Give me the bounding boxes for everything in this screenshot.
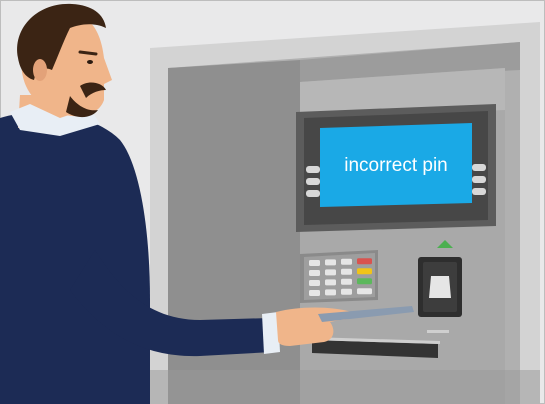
keypad-key[interactable] [341,258,352,265]
keypad-key[interactable] [325,289,336,296]
screen-side-button[interactable] [306,166,320,173]
screen-side-button[interactable] [472,164,486,171]
screen-side-button[interactable] [472,176,486,183]
card-reader-slot [429,276,451,298]
keypad-function-key[interactable] [357,268,372,275]
ear [33,59,47,81]
keypad-key[interactable] [341,278,352,285]
screen-side-button[interactable] [306,190,320,197]
keypad-key[interactable] [309,270,320,276]
atm-base-shadow [150,370,540,404]
jacket [0,112,150,404]
keypad-function-key[interactable] [357,278,372,285]
keypad-key[interactable] [325,279,336,286]
keypad-key[interactable] [309,260,320,266]
screen-side-button[interactable] [306,178,320,185]
keypad-function-key[interactable] [357,258,372,265]
keypad-key[interactable] [341,288,352,295]
keypad-key[interactable] [341,268,352,275]
keypad-key[interactable] [325,259,336,266]
eye [87,60,93,64]
keypad-key[interactable] [309,290,320,296]
card-reader-line [427,330,449,333]
screen-buttons-right[interactable] [472,164,486,195]
eyebrow [78,50,98,56]
screen-side-button[interactable] [472,188,486,195]
screen-message: incorrect pin [344,155,448,176]
keypad-function-key[interactable] [357,288,372,295]
atm-illustration: incorrect pin [0,0,545,404]
keypad-key[interactable] [309,280,320,286]
keypad-key[interactable] [325,269,336,276]
atm-scene-svg: incorrect pin [0,0,545,404]
screen-buttons-left[interactable] [306,166,320,197]
